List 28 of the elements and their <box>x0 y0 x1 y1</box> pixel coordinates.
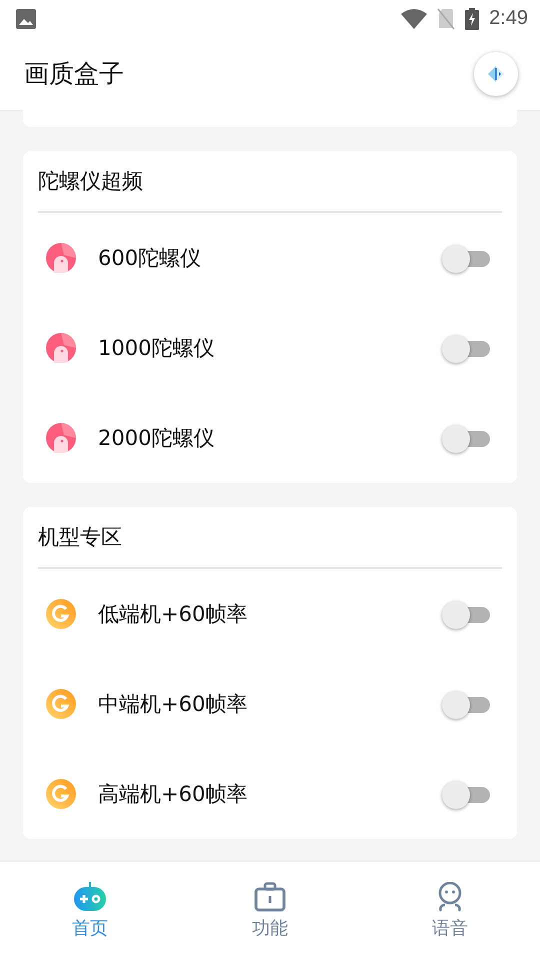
setting-label: 600陀螺仪 <box>98 245 202 272</box>
bird-icon <box>46 243 76 273</box>
status-time: 2:49 <box>489 7 528 30</box>
person-icon <box>436 882 464 912</box>
section-title: 机型专区 <box>38 507 502 569</box>
nav-tab[interactable]: 功能 <box>180 862 360 960</box>
setting-label: 2000陀螺仪 <box>98 425 216 452</box>
g-logo-icon <box>46 599 76 629</box>
bird-icon <box>46 333 76 363</box>
gamepad-icon <box>73 882 107 912</box>
battery-charging-icon <box>465 8 480 30</box>
section-title: 陀螺仪超频 <box>38 151 502 213</box>
floating-button[interactable] <box>474 52 518 96</box>
bird-icon <box>46 423 76 453</box>
g-logo-icon <box>46 689 76 719</box>
setting-label: 1000陀螺仪 <box>98 335 216 362</box>
g-logo-icon <box>46 779 76 809</box>
wifi-icon <box>401 8 428 28</box>
setting-label: 中端机+60帧率 <box>98 691 248 718</box>
nav-tab[interactable]: 语音 <box>360 862 540 960</box>
image-icon <box>16 8 36 28</box>
setting-label: 低端机+60帧率 <box>98 601 248 628</box>
toolbox-icon <box>254 882 286 912</box>
setting-label: 高端机+60帧率 <box>98 781 248 808</box>
no-sim-icon <box>437 8 456 30</box>
diamond-icon <box>487 64 505 82</box>
nav-tab[interactable]: 首页 <box>0 862 180 960</box>
app-title: 画质盒子 <box>24 58 125 90</box>
